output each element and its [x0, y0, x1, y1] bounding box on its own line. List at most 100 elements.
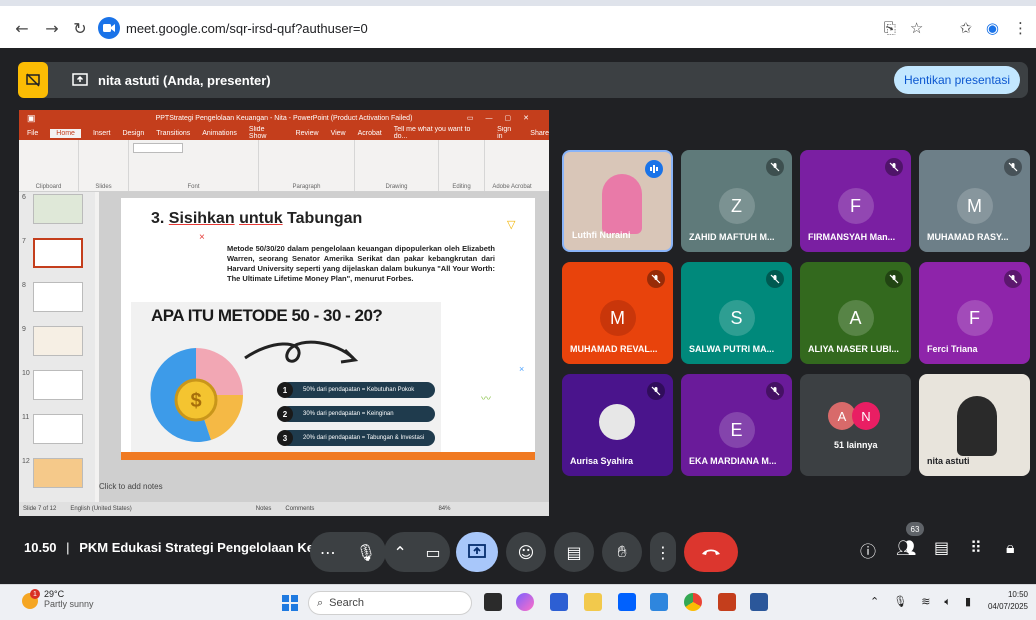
windows-start-icon[interactable] — [282, 595, 298, 611]
back-icon[interactable]: ← — [8, 14, 36, 42]
tray-mic-icon[interactable]: 🎙︎ — [893, 595, 907, 609]
participant-tile[interactable]: F Ferci Triana — [919, 262, 1030, 364]
system-tray: ⌃ 🎙︎ ≋ 🔈︎ ▮ — [870, 595, 971, 609]
wifi-icon[interactable]: ≋ — [921, 595, 930, 609]
more-audio-icon[interactable]: ⋯ — [320, 543, 336, 562]
slide-thumbnail — [33, 282, 83, 312]
ppt-tab-animations: Animations — [202, 129, 237, 137]
info-icon[interactable]: ⓘ — [860, 538, 876, 562]
ppt-tab-home: Home — [50, 128, 81, 138]
participant-tile[interactable]: S SALWA PUTRI MA... — [681, 262, 792, 364]
forward-icon[interactable]: → — [38, 14, 66, 42]
task-view-icon[interactable] — [484, 593, 502, 611]
browser-toolbar: ← → ↻ meet.google.com/sqr-irsd-quf?authu… — [0, 8, 1036, 48]
word-icon[interactable] — [750, 593, 768, 611]
battery-icon[interactable]: ▮ — [965, 595, 971, 609]
mdp-app-icon[interactable] — [650, 593, 668, 611]
weather-widget[interactable]: 29°C Partly sunny — [44, 589, 94, 609]
translate-icon[interactable]: ⎘ — [884, 19, 896, 37]
ribbon-group-drawing: Drawing — [355, 140, 439, 191]
participant-tile[interactable]: E EKA MARDIANA M... — [681, 374, 792, 476]
volume-icon[interactable]: 🔈︎ — [944, 595, 951, 609]
copilot-icon[interactable] — [516, 593, 534, 611]
present-now-button[interactable] — [456, 532, 498, 572]
more-menu-icon[interactable]: ⋮ — [1013, 19, 1028, 37]
search-label: Search — [329, 597, 365, 609]
people-icon[interactable]: 👥︎ — [896, 538, 916, 557]
hang-up-icon — [702, 549, 720, 555]
taskbar-clock[interactable]: 10:50 04/07/2025 — [988, 589, 1028, 613]
ppt-workspace: 6 7 8 9 10 11 12 3. Sisihkan untuk Tabun… — [19, 192, 549, 502]
meeting-title: PKM Edukasi Strategi Pengelolaan Ke... — [79, 540, 325, 555]
stop-presenting-button[interactable]: Hentikan presentasi — [893, 66, 1020, 94]
participant-tile[interactable]: A N 51 lainnya — [800, 374, 911, 476]
camera-icon[interactable]: ▭ — [426, 543, 441, 562]
bookmark-star-icon[interactable]: ☆ — [910, 19, 923, 37]
participant-tile[interactable]: F FIRMANSYAH Man... — [800, 150, 911, 252]
mic-off-icon — [885, 270, 903, 288]
profile-icon[interactable]: ◉ — [986, 19, 999, 37]
activities-icon[interactable]: ⠿ — [970, 538, 982, 557]
powerpoint-icon[interactable] — [718, 593, 736, 611]
participant-avatar: F — [956, 300, 993, 336]
svg-text:$: $ — [190, 390, 201, 412]
participant-tile[interactable]: M MUHAMAD RASY... — [919, 150, 1030, 252]
others-avatar-n: N — [852, 402, 880, 430]
decor-triangle-icon: ▽ — [507, 219, 516, 231]
store-icon[interactable] — [550, 593, 568, 611]
tray-chevron-up-icon[interactable]: ⌃ — [870, 595, 879, 609]
participant-tile[interactable]: Aurisa Syahira — [562, 374, 673, 476]
participant-video — [957, 396, 997, 456]
taskbar-search[interactable]: ⌕ Search — [308, 591, 472, 615]
meeting-time: 10.50 — [24, 540, 57, 555]
thumb-number: 9 — [22, 326, 26, 333]
presenting-bar: nita astuti (Anda, presenter) Hentikan p… — [18, 62, 1028, 98]
clock-time: 10:50 — [1007, 590, 1028, 599]
reload-icon[interactable]: ↻ — [66, 14, 94, 42]
camera-control[interactable]: ⌃ ▭ — [384, 532, 450, 572]
method-banner: APA ITU METODE 50 - 30 - 20? $ 1 50% dar… — [131, 302, 441, 452]
host-controls-icon[interactable]: 🔒︎ — [1006, 538, 1015, 558]
slide-canvas: 3. Sisihkan untuk Tabungan × ▽ Metode 50… — [99, 192, 549, 502]
clock-date: 04/07/2025 — [987, 602, 1028, 611]
screen-share-off-icon — [26, 73, 40, 87]
participant-tile[interactable]: M MUHAMAD REVAL... — [562, 262, 673, 364]
status-language: English (United States) — [70, 506, 132, 512]
dropbox-icon[interactable] — [618, 593, 636, 611]
leave-call-button[interactable] — [684, 532, 738, 572]
thumb-number: 8 — [22, 282, 26, 289]
ppt-sign-in: Sign in — [497, 126, 512, 140]
participant-tile[interactable]: Luthfi Nuraini — [562, 150, 673, 252]
more-vert-icon: ⋮ — [655, 542, 671, 562]
participant-tile[interactable]: Z ZAHID MAFTUH M... — [681, 150, 792, 252]
coin-pie-illustration: $ — [150, 348, 244, 442]
participant-avatar: S — [718, 300, 755, 336]
participant-tile[interactable]: nita astuti — [919, 374, 1030, 476]
weather-temp: 29°C — [44, 589, 65, 599]
participant-name: MUHAMAD RASY... — [927, 232, 1009, 242]
raise-hand-button[interactable]: ✋︎ — [602, 532, 642, 572]
ribbon-group-editing: Editing — [439, 140, 485, 191]
meet-stage: nita astuti (Anda, presenter) Hentikan p… — [0, 48, 1036, 584]
slide-thumbnails: 6 7 8 9 10 11 12 — [19, 192, 95, 502]
ppt-ribbon-tabs: File Home Insert Design Transitions Anim… — [19, 126, 549, 140]
notes-placeholder[interactable]: Click to add notes — [99, 482, 163, 491]
mic-control[interactable]: ⋯ 🎙︎ — [310, 532, 386, 572]
chat-icon[interactable]: ▤ — [934, 538, 949, 557]
favorites-icon[interactable]: ✩ — [959, 19, 972, 37]
mic-icon[interactable]: 🎙︎ — [356, 543, 376, 562]
method-item-1: 1 50% dari pendapatan = Kebutuhan Pokok — [277, 382, 435, 398]
chrome-icon[interactable] — [684, 593, 702, 611]
file-explorer-icon[interactable] — [584, 593, 602, 611]
chevron-up-icon[interactable]: ⌃ — [393, 543, 406, 562]
presenting-indicator[interactable] — [18, 62, 48, 98]
more-options-button[interactable]: ⋮ — [650, 532, 676, 572]
present-screen-icon — [72, 73, 88, 86]
participant-tile[interactable]: A ALIYA NASER LUBI... — [800, 262, 911, 364]
emoji-button[interactable]: ☺ — [506, 532, 546, 572]
participant-name: EKA MARDIANA M... — [689, 456, 777, 466]
ppt-tab-file: File — [27, 129, 39, 137]
address-bar[interactable]: meet.google.com/sqr-irsd-quf?authuser=0 — [98, 14, 878, 42]
captions-button[interactable]: ▤ — [554, 532, 594, 572]
participant-avatar: M — [956, 188, 993, 224]
